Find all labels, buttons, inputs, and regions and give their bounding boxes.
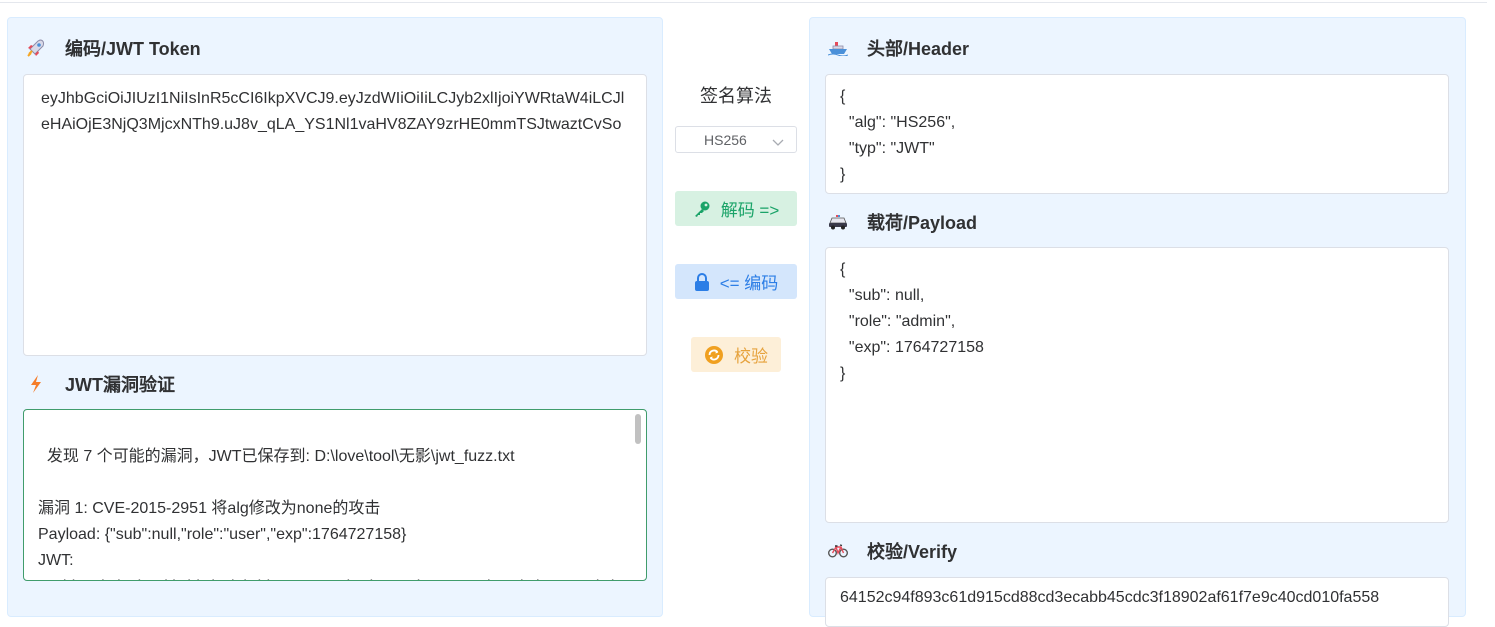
header-json[interactable]: { "alg": "HS256", "typ": "JWT" } [825, 74, 1449, 194]
algo-select[interactable]: HS256 [675, 126, 797, 153]
key-icon [693, 200, 711, 218]
verify-title: 校验/Verify [867, 542, 958, 562]
vuln-section-title: JWT漏洞验证 [25, 372, 175, 396]
payload-section-title: 载荷/Payload [827, 210, 977, 234]
verify-section-title: 校验/Verify [827, 539, 957, 563]
police-car-icon [827, 211, 849, 233]
decode-label: 解码 => [720, 201, 780, 220]
header-title: 头部/Header [867, 39, 970, 59]
decode-button[interactable]: 解码 => [675, 191, 797, 226]
verify-signature[interactable]: 64152c94f893c61d915cd88cd3ecabb45cdc3f18… [825, 577, 1449, 627]
verify-label: 校验 [734, 347, 768, 366]
encode-button[interactable]: <= 编码 [675, 264, 797, 299]
lightning-icon [25, 373, 47, 395]
encode-label: <= 编码 [719, 274, 779, 293]
chevron-down-icon [772, 134, 784, 150]
token-title: 编码/JWT Token [65, 39, 201, 59]
vuln-output[interactable]: 发现 7 个可能的漏洞，JWT已保存到: D:\love\tool\无影\jwt… [23, 409, 647, 581]
refresh-icon [704, 345, 724, 365]
header-section-title: 头部/Header [827, 36, 969, 60]
rocket-icon [25, 37, 47, 59]
bicycle-icon [827, 540, 849, 562]
payload-title: 载荷/Payload [867, 213, 978, 233]
payload-json[interactable]: { "sub": null, "role": "admin", "exp": 1… [825, 247, 1449, 523]
vuln-output-text: 发现 7 个可能的漏洞，JWT已保存到: D:\love\tool\无影\jwt… [38, 448, 624, 580]
verify-button[interactable]: 校验 [691, 337, 781, 372]
algo-label: 签名算法 [700, 86, 772, 106]
vuln-title: JWT漏洞验证 [65, 375, 175, 395]
token-section-title: 编码/JWT Token [25, 36, 201, 60]
ship-icon [827, 37, 849, 59]
lock-icon [694, 272, 710, 292]
vuln-scrollbar[interactable] [635, 414, 641, 444]
token-input[interactable]: eyJhbGciOiJIUzI1NiIsInR5cCI6IkpXVCJ9.eyJ… [23, 74, 647, 356]
top-divider [0, 2, 1487, 3]
algo-selected: HS256 [704, 131, 747, 148]
